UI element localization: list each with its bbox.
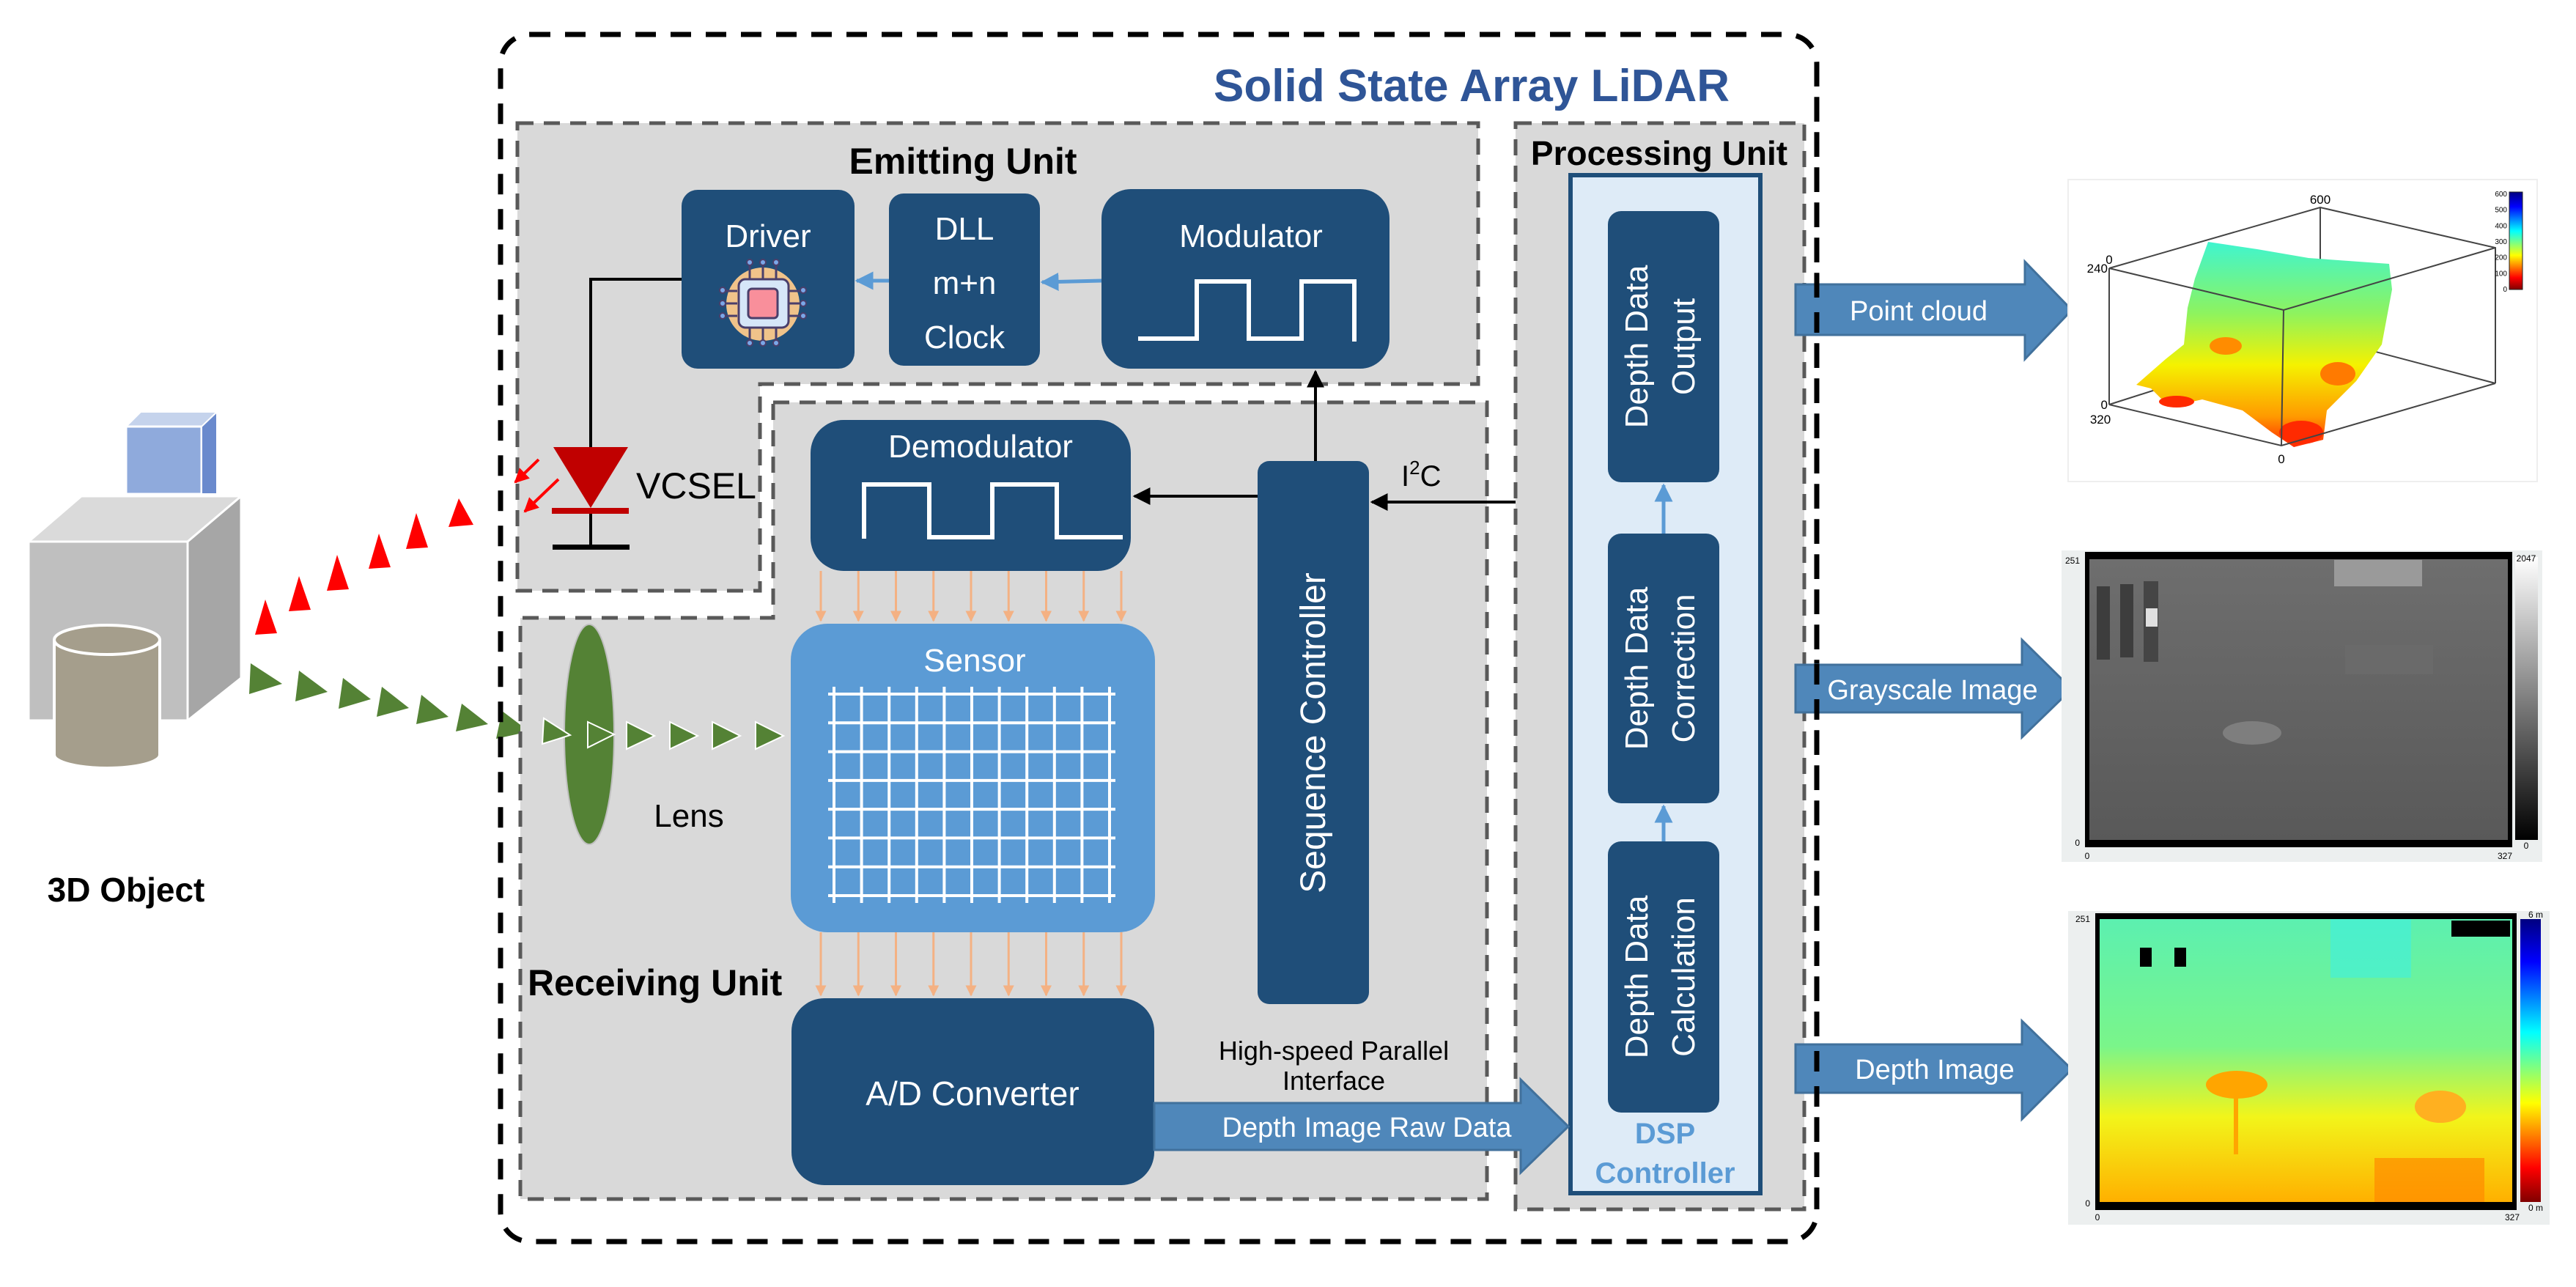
vcsel-label: VCSEL [636,465,756,506]
depth-colorbar-max: 6 m [2528,910,2543,920]
light-pulse-green [456,704,488,731]
dll-clock-block: DLL m+n Clock [889,193,1040,366]
grayscale-arrow: Grayscale Image [1794,637,2074,740]
grayscale-image-panel: 251 0 0 327 2047 0 [2062,550,2542,862]
pc-axis-bottom: 0 [2278,452,2284,466]
adc-label: A/D Converter [866,1074,1079,1113]
processing-unit-title: Processing Unit [1531,134,1787,172]
depth-output-line1: Depth Data [1619,265,1655,428]
object-label: 3D Object [48,871,205,909]
depth-x-max: 327 [2505,1212,2520,1223]
interface-label-line1: High-speed Parallel [1219,1036,1449,1066]
sequence-controller-label: Sequence Controller [1294,572,1333,893]
light-pulse-green [249,663,282,694]
receiving-unit-title: Receiving Unit [528,962,783,1003]
pc-colorbar-tick: 400 [2495,222,2507,230]
pc-axis-top: 600 [2310,193,2330,207]
depth-output-block: Depth Data Output [1608,211,1719,482]
sensor-label: Sensor [923,643,1025,679]
reflected-light-path [249,663,529,739]
gray-colorbar-max: 2047 [2517,553,2536,564]
depth-image-panel: 251 0 0 327 6 m 0 m [2068,910,2550,1225]
pc-colorbar-tick: 200 [2495,254,2507,262]
emitted-light-path [255,498,473,635]
demodulator-label: Demodulator [888,429,1073,465]
depth-y-max: 251 [2075,914,2090,924]
dll-label-line2: m+n [933,265,997,301]
i2c-label: I2C [1401,457,1441,493]
pc-colorbar-tick: 500 [2495,207,2507,215]
pc-colorbar-tick: 0 [2503,286,2507,294]
gray-y-min: 0 [2075,838,2080,848]
depth-calculation-line1: Depth Data [1619,895,1655,1058]
light-pulse-red [255,600,277,635]
dll-label-line3: Clock [924,320,1005,355]
dll-label-line1: DLL [935,211,994,247]
depth-x-min: 0 [2095,1212,2100,1223]
depth-calculation-line2: Calculation [1666,897,1702,1057]
light-pulse-green [377,687,409,717]
light-pulse-red [327,555,349,591]
pc-axis-left-bottom-2: 320 [2090,413,2111,427]
lens-icon [564,624,615,845]
interface-label-line2: Interface [1283,1066,1385,1096]
modulator-to-dll-arrow [1040,272,1102,291]
depth-correction-line2: Correction [1666,594,1702,743]
depth-image-arrow-label: Depth Image [1855,1055,2015,1085]
pc-colorbar [2509,191,2523,290]
driver-label: Driver [725,218,811,254]
gray-x-min: 0 [2085,851,2090,861]
depth-correction-line1: Depth Data [1619,586,1655,750]
emitting-unit-title: Emitting Unit [849,141,1077,182]
depth-colorbar-min: 0 m [2528,1203,2543,1213]
driver-block: Driver [682,190,855,369]
lens-label: Lens [654,798,723,834]
depth-calculation-block: Depth Data Calculation [1608,841,1719,1113]
adc-block: A/D Converter [791,998,1154,1185]
3d-object-icon [25,410,245,770]
demodulator-block: Demodulator [811,420,1131,571]
depth-output-line2: Output [1666,298,1702,395]
depth-correction-block: Depth Data Correction [1608,534,1719,803]
pc-colorbar-tick: 600 [2495,191,2507,199]
light-pulse-green [295,671,328,701]
pc-colorbar-tick: 300 [2495,238,2507,246]
point-cloud-plot: 600 240 0 0 320 0 600 500 400 300 200 100 0 [2067,179,2538,482]
light-pulse-red [449,498,473,527]
point-cloud-arrow-label: Point cloud [1850,296,1988,327]
pc-axis-left-bottom: 0 [2101,398,2108,412]
light-pulse-green [416,695,449,724]
gray-colorbar-min: 0 [2524,841,2529,851]
sensor-block: Sensor [791,624,1155,932]
system-title: Solid State Array LiDAR [1214,61,1730,111]
light-pulse-red [369,534,391,569]
dsp-label-line1: DSP [1635,1118,1695,1150]
point-cloud-arrow: Point cloud [1794,259,2074,362]
lidar-diagram: 3D Object Solid State Array LiDAR Emitti… [25,32,2550,1244]
light-pulse-red [406,513,428,549]
modulator-block: Modulator [1101,189,1390,369]
sequence-controller-block: Sequence Controller [1258,461,1369,1004]
dsp-label-line2: Controller [1595,1157,1735,1190]
pc-colorbar-tick: 100 [2495,270,2507,278]
light-pulse-red [289,576,311,611]
grayscale-arrow-label: Grayscale Image [1827,675,2037,706]
gray-x-max: 327 [2498,851,2512,861]
depth-image-arrow: Depth Image [1794,1018,2074,1122]
gray-y-max: 251 [2065,556,2080,566]
depth-y-min: 0 [2085,1198,2090,1209]
pc-axis-left-top: 240 [2087,262,2108,276]
raw-data-arrow-label: Depth Image Raw Data [1222,1113,1513,1143]
light-pulse-green [339,678,371,709]
pc-axis-left-top-zero: 0 [2106,253,2112,267]
modulator-label: Modulator [1179,218,1323,254]
